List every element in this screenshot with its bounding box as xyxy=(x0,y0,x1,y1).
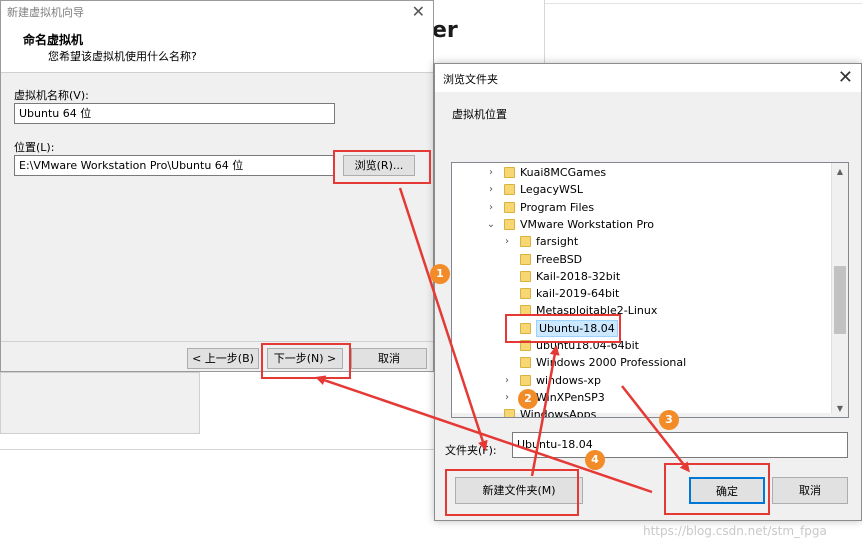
arrow-step-1 xyxy=(398,187,488,451)
highlight-next-button xyxy=(261,343,351,379)
step-badge-1: 1 xyxy=(430,264,450,284)
highlight-ok-button xyxy=(664,463,770,515)
highlight-selected-folder xyxy=(505,314,621,343)
step-badge-4: 4 xyxy=(585,450,605,470)
highlight-browse-button xyxy=(333,150,431,184)
step-badge-3: 3 xyxy=(659,410,679,430)
highlight-new-folder-button xyxy=(445,469,579,516)
step-badge-2: 2 xyxy=(518,389,538,409)
arrow-step-3 xyxy=(621,385,690,473)
watermark: https://blog.csdn.net/stm_fpga xyxy=(643,524,827,538)
